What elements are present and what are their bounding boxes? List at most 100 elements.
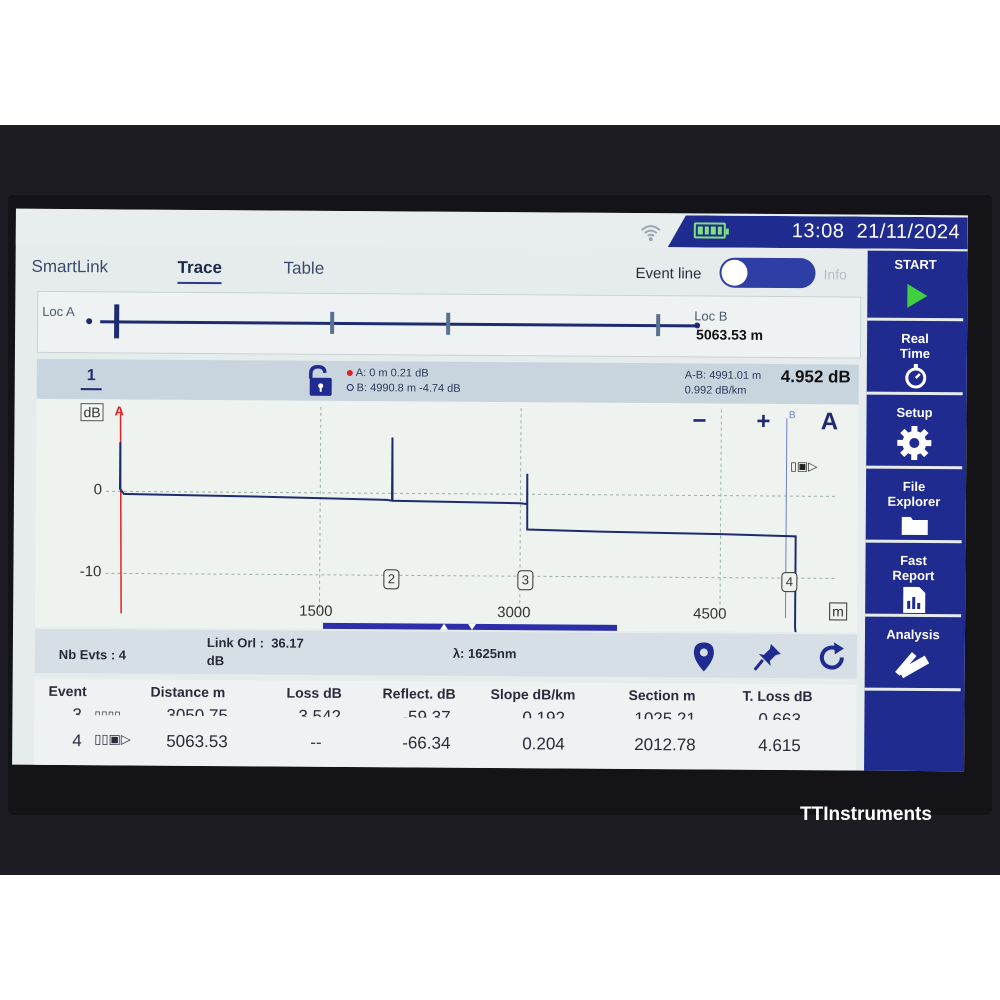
clock: 13:08 21/11/2024 [792, 220, 960, 244]
grid-line-v-2 [719, 409, 722, 616]
analysis-label: Analysis [886, 626, 940, 643]
info-label[interactable]: Info [823, 266, 846, 282]
col-event: Event [48, 682, 87, 700]
real-time-button[interactable]: Real Time [866, 324, 964, 396]
sidebar: START Real Time Setup File Explorer Fast… [864, 250, 968, 772]
ab-distance: A-B: 4991.01 m [684, 369, 762, 382]
x-tick-4500: 4500 [693, 605, 727, 623]
end-event-chart-icon: ▯▣▷ [790, 459, 818, 473]
col-section: Section m [628, 686, 696, 704]
fast-report-label-line2: Report [892, 567, 935, 584]
trace-plot[interactable]: B ▯▣▷ [35, 399, 859, 633]
marker-b-text: B: 4990.8 m -4.74 dB [356, 382, 461, 395]
start-button[interactable]: START [867, 250, 964, 322]
file-explorer-button[interactable]: File Explorer [865, 472, 963, 544]
location-pin-icon[interactable] [687, 639, 721, 673]
trace-line[interactable] [118, 436, 797, 633]
y-axis-unit: dB [80, 403, 104, 422]
refresh-icon[interactable] [815, 640, 849, 674]
link-event-2[interactable] [330, 311, 335, 334]
file-explorer-label-line1: File [902, 478, 926, 495]
summary-bar: Nb Evts : 4 Link Orl : 36.17 dB λ: 1625n… [34, 628, 857, 679]
ruler-pencil-icon [895, 652, 930, 679]
toggle-knob [721, 259, 748, 286]
report-icon [903, 586, 926, 614]
event-marker-2[interactable]: 2 [383, 569, 400, 590]
tab-smartlink[interactable]: SmartLink [31, 257, 108, 278]
link-orl: Link Orl : 36.17 dB [207, 634, 367, 671]
battery-icon [693, 222, 726, 239]
col-reflect: Reflect. dB [382, 685, 456, 702]
file-explorer-label: File Explorer [866, 479, 962, 510]
row4-loss: -- [310, 732, 322, 752]
fast-report-label-line1: Fast [900, 552, 927, 569]
pin-marker-icon[interactable] [751, 640, 785, 674]
tab-trace[interactable]: Trace [177, 257, 223, 285]
scroll-right-arrow-icon [468, 623, 477, 630]
event-line-toggle[interactable] [719, 257, 816, 289]
analysis-button[interactable]: Analysis [864, 620, 962, 692]
marker-a-dot-icon [346, 369, 353, 377]
file-explorer-label-line2: Explorer [887, 493, 941, 510]
row3-event: 3 [72, 705, 82, 716]
link-event-1[interactable] [114, 304, 120, 339]
marker-b-label: B [789, 410, 796, 421]
link-event-3[interactable] [446, 312, 451, 335]
row4-slope: 0.204 [522, 734, 565, 754]
gear-icon [897, 425, 932, 460]
x-axis-unit: m [829, 602, 847, 621]
marker-a-label: A [114, 403, 124, 419]
unlock-icon[interactable] [305, 365, 335, 397]
fast-report-label: Fast Report [865, 553, 961, 584]
marker-b-info: B: 4990.8 m -4.74 dB [346, 382, 461, 395]
event-line-label: Event line [635, 265, 702, 283]
real-time-label-line2: Time [899, 345, 931, 362]
wavelength: λ: 1625nm [452, 645, 517, 662]
link-event-4[interactable] [656, 314, 661, 337]
event-count: Nb Evts : 4 [58, 646, 127, 663]
setup-label: Setup [896, 404, 933, 421]
col-tloss: T. Loss dB [742, 687, 813, 705]
event-marker-4[interactable]: 4 [781, 572, 798, 593]
y-tick-minus10: -10 [79, 563, 102, 581]
row4-distance: 5063.53 [166, 731, 228, 752]
loc-a-dot [86, 318, 93, 325]
zoom-out-button[interactable]: − [684, 407, 714, 435]
time-label: 13:08 [791, 220, 845, 243]
x-tick-3000: 3000 [497, 604, 531, 622]
fast-report-button[interactable]: Fast Report [865, 546, 962, 618]
row3-loss: 3.542 [298, 706, 342, 717]
loc-a-label: Loc A [42, 303, 75, 320]
row3-slope: 0.192 [522, 708, 566, 719]
row3-distance: 3050.75 [166, 705, 228, 717]
trace-number-tab[interactable]: 1 [80, 367, 102, 391]
loc-b-distance: 5063.53 m [696, 326, 764, 343]
tab-table[interactable]: Table [283, 259, 324, 279]
start-label: START [894, 256, 937, 273]
row3-tloss: 0.663 [758, 709, 802, 721]
reflective-event-icon: ▯▯▯▯ [94, 708, 121, 716]
brand-watermark: TTInstruments [800, 804, 932, 825]
link-orl-label: Link Orl : [206, 635, 265, 651]
link-orl-unit: dB [206, 653, 225, 669]
stopwatch-icon [905, 363, 927, 389]
folder-icon [901, 516, 928, 536]
grid-line-v-0 [318, 406, 322, 613]
otdr-trace-chart[interactable]: B ▯▣▷ dB A − + A 0 -10 1500 3000 4500 2 3… [35, 398, 859, 633]
event-marker-3[interactable]: 3 [517, 570, 534, 591]
setup-button[interactable]: Setup [866, 398, 963, 470]
zoom-in-button[interactable]: + [748, 408, 778, 436]
wifi-icon [641, 225, 661, 242]
otdr-screen: 13:08 21/11/2024 SmartLink Trace Table E… [12, 208, 968, 772]
link-orl-value: 36.17 [271, 635, 304, 651]
auto-zoom-button[interactable]: A [814, 408, 844, 436]
marker-info-bar: 1 A: 0 m 0.21 dB B: 4990.8 m -4.74 dB A-… [36, 358, 859, 405]
ab-slope: 0.992 dB/km [684, 384, 747, 397]
row4-event: 4 [72, 731, 82, 751]
row3-section: 1025.21 [634, 709, 696, 720]
row3-reflect: -59.37 [402, 707, 451, 718]
col-loss: Loss dB [286, 684, 342, 701]
marker-a-info: A: 0 m 0.21 dB [346, 367, 429, 380]
link-map[interactable]: Loc A Loc B 5063.53 m [36, 290, 862, 359]
col-slope: Slope dB/km [490, 686, 576, 703]
